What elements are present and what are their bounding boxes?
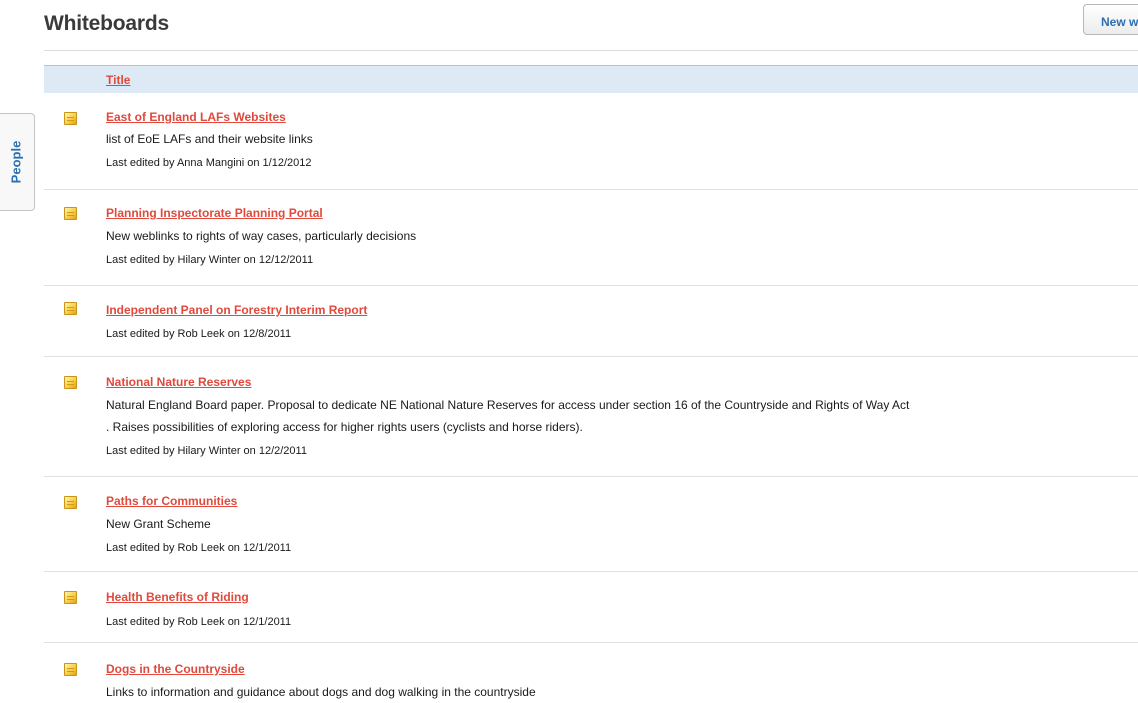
whiteboard-last-edited: Last edited by Anna Mangini on 1/12/2012 bbox=[106, 157, 312, 169]
table-header: Title bbox=[44, 65, 1138, 93]
page-title: Whiteboards bbox=[44, 12, 169, 35]
whiteboard-last-edited: Last edited by Rob Leek on 12/8/2011 bbox=[106, 328, 292, 340]
whiteboard-description: Natural England Board paper. Proposal to… bbox=[106, 398, 910, 412]
whiteboard-last-edited: Last edited by Rob Leek on 12/1/2011 bbox=[106, 616, 292, 628]
whiteboard-row: Dogs in the Countryside Links to informa… bbox=[44, 643, 1138, 701]
whiteboard-icon bbox=[64, 496, 77, 509]
whiteboard-description: New Grant Scheme bbox=[106, 517, 211, 531]
whiteboard-row: Health Benefits of Riding Last edited by… bbox=[44, 572, 1138, 643]
new-whiteboard-button[interactable]: New whiteboard bbox=[1083, 4, 1138, 35]
whiteboard-row: Paths for Communities New Grant Scheme L… bbox=[44, 477, 1138, 572]
whiteboard-title-link[interactable]: Health Benefits of Riding bbox=[106, 590, 249, 604]
whiteboard-icon bbox=[64, 112, 77, 125]
title-column-sort-link[interactable]: Title bbox=[106, 73, 130, 87]
whiteboard-row: East of England LAFs Websites list of Eo… bbox=[44, 94, 1138, 190]
whiteboard-row: Independent Panel on Forestry Interim Re… bbox=[44, 286, 1138, 357]
title-divider bbox=[44, 50, 1138, 51]
whiteboard-description: . Raises possibilities of exploring acce… bbox=[106, 420, 583, 434]
whiteboard-description: list of EoE LAFs and their website links bbox=[106, 132, 313, 146]
whiteboard-title-link[interactable]: East of England LAFs Websites bbox=[106, 110, 286, 124]
whiteboard-title-link[interactable]: Planning Inspectorate Planning Portal bbox=[106, 206, 323, 220]
whiteboard-title-link[interactable]: National Nature Reserves bbox=[106, 375, 251, 389]
people-side-tab[interactable]: People bbox=[0, 113, 35, 211]
people-tab-label: People bbox=[8, 140, 24, 184]
whiteboard-icon bbox=[64, 207, 77, 220]
whiteboard-icon bbox=[64, 591, 77, 604]
whiteboard-icon bbox=[64, 302, 77, 315]
whiteboard-title-link[interactable]: Paths for Communities bbox=[106, 494, 237, 508]
whiteboard-last-edited: Last edited by Hilary Winter on 12/12/20… bbox=[106, 254, 314, 266]
whiteboard-icon bbox=[64, 376, 77, 389]
whiteboard-row: National Nature Reserves Natural England… bbox=[44, 357, 1138, 477]
whiteboard-description: New weblinks to rights of way cases, par… bbox=[106, 229, 417, 243]
whiteboard-icon bbox=[64, 663, 77, 676]
whiteboard-last-edited: Last edited by Rob Leek on 12/1/2011 bbox=[106, 542, 292, 554]
whiteboard-last-edited: Last edited by Hilary Winter on 12/2/201… bbox=[106, 445, 307, 457]
whiteboard-title-link[interactable]: Dogs in the Countryside bbox=[106, 662, 245, 676]
whiteboard-description: Links to information and guidance about … bbox=[106, 685, 536, 699]
whiteboard-row: Planning Inspectorate Planning Portal Ne… bbox=[44, 190, 1138, 286]
whiteboard-title-link[interactable]: Independent Panel on Forestry Interim Re… bbox=[106, 303, 367, 317]
